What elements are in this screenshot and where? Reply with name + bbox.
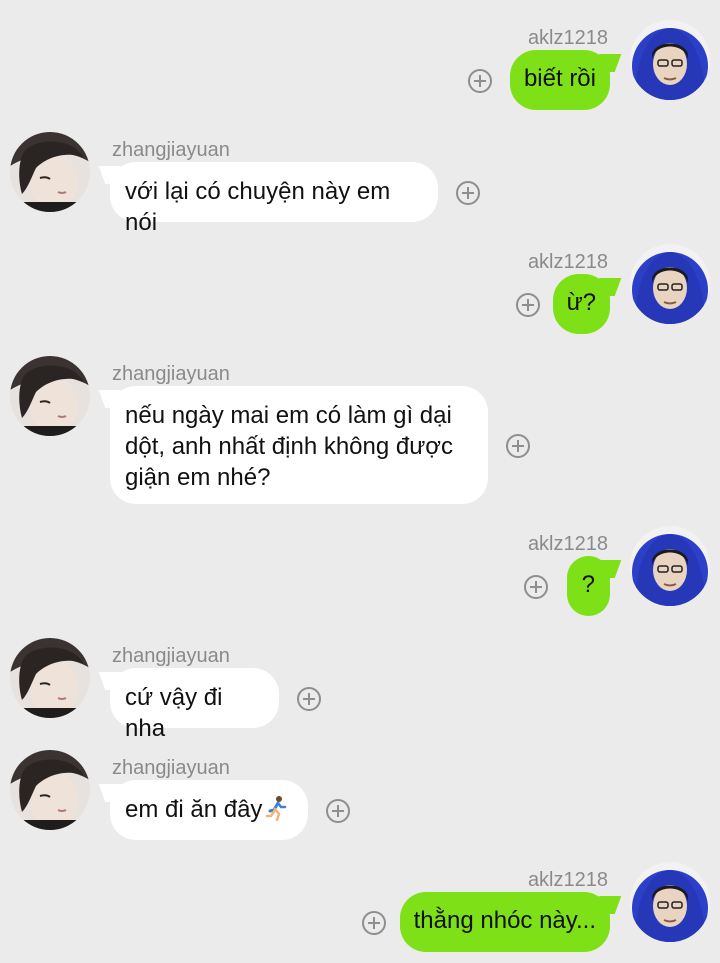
message-bubble[interactable]: thằng nhóc này... xyxy=(399,892,610,952)
add-reaction-icon[interactable] xyxy=(326,799,350,823)
add-reaction-icon[interactable] xyxy=(468,69,492,93)
add-reaction-icon[interactable] xyxy=(506,434,530,458)
avatar[interactable] xyxy=(10,750,90,830)
sender-name: aklz1218 xyxy=(527,251,608,273)
sender-name: zhangjiayuan xyxy=(112,757,230,779)
avatar[interactable] xyxy=(630,20,710,100)
avatar[interactable] xyxy=(10,132,90,212)
sender-name: zhangjiayuan xyxy=(112,645,230,667)
message-text: em đi ăn đây xyxy=(125,796,263,823)
sender-name: zhangjiayuan xyxy=(112,139,230,161)
avatar[interactable] xyxy=(630,244,710,324)
add-reaction-icon[interactable] xyxy=(362,911,386,935)
message-text: nếu ngày mai em có làm gì dại dột, anh n… xyxy=(125,402,454,491)
message-bubble[interactable]: em đi ăn đây xyxy=(110,780,308,840)
sender-name: zhangjiayuan xyxy=(112,363,230,385)
message-text: thằng nhóc này... xyxy=(413,907,596,934)
message-bubble[interactable]: cứ vậy đi nha xyxy=(110,668,279,742)
message-bubble[interactable]: nếu ngày mai em có làm gì dại dột, anh n… xyxy=(110,386,488,504)
message-text: ừ? xyxy=(566,289,596,316)
message-text: với lại có chuyện này em nói xyxy=(125,178,391,236)
avatar[interactable] xyxy=(630,526,710,606)
sender-name: aklz1218 xyxy=(527,27,608,49)
add-reaction-icon[interactable] xyxy=(524,575,548,599)
running-person-icon xyxy=(264,795,290,822)
message-bubble[interactable]: ừ? xyxy=(552,274,610,334)
avatar[interactable] xyxy=(630,862,710,942)
avatar[interactable] xyxy=(10,356,90,436)
add-reaction-icon[interactable] xyxy=(297,687,321,711)
message-text: biết rồi xyxy=(523,65,596,92)
message-bubble[interactable]: biết rồi xyxy=(509,50,610,110)
sender-name: aklz1218 xyxy=(527,869,608,891)
message-bubble[interactable]: ? xyxy=(566,556,610,616)
sender-name: aklz1218 xyxy=(527,533,608,555)
message-bubble[interactable]: với lại có chuyện này em nói xyxy=(110,162,438,236)
message-text: ? xyxy=(581,571,595,598)
add-reaction-icon[interactable] xyxy=(516,293,540,317)
add-reaction-icon[interactable] xyxy=(456,181,480,205)
avatar[interactable] xyxy=(10,638,90,718)
message-text: cứ vậy đi nha xyxy=(125,684,223,742)
